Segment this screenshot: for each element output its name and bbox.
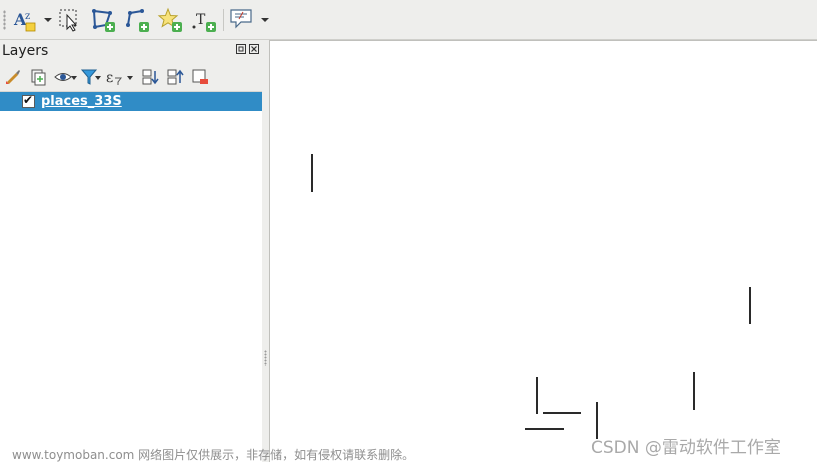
remove-layer-icon[interactable]: [190, 67, 210, 87]
splitter-handle[interactable]: [264, 350, 267, 366]
layer-name[interactable]: places_33S: [41, 94, 122, 109]
map-tips-dropdown-icon[interactable]: [261, 18, 269, 22]
select-features-icon[interactable]: [57, 7, 83, 33]
visibility-dropdown-icon[interactable]: [71, 76, 77, 80]
panel-splitter[interactable]: [262, 40, 269, 462]
svg-text:T: T: [196, 12, 206, 28]
add-line-icon[interactable]: [124, 7, 150, 33]
collapse-all-icon[interactable]: [165, 67, 185, 87]
watermark-right: CSDN @雷动软件工作室: [591, 438, 781, 458]
layer-row-places-33s[interactable]: ✔ places_33S: [0, 92, 262, 111]
close-panel-icon[interactable]: [249, 44, 259, 54]
map-feature: [311, 154, 313, 192]
main-toolbar: A z T: [0, 0, 817, 40]
map-feature: [536, 377, 538, 414]
map-feature: [693, 372, 695, 410]
toolbar-grip[interactable]: [3, 10, 6, 30]
label-tool-icon[interactable]: A z: [12, 7, 38, 33]
layer-visibility-checkbox[interactable]: ✔: [22, 93, 35, 108]
expression-dropdown-icon[interactable]: [127, 76, 133, 80]
map-tips-icon[interactable]: [229, 7, 255, 33]
add-text-annotation-icon[interactable]: T: [191, 7, 217, 33]
label-tool-dropdown-icon[interactable]: [44, 18, 52, 22]
layers-panel-toolbar: ε: [0, 62, 262, 92]
add-polygon-icon[interactable]: [90, 7, 116, 33]
filter-by-expression-icon[interactable]: ε: [104, 67, 124, 87]
map-feature: [749, 287, 751, 324]
float-panel-icon[interactable]: [236, 44, 246, 54]
layers-panel-header: Layers: [0, 40, 262, 62]
watermark-left: www.toymoban.com 网络图片仅供展示，非存储，如有侵权请联系删除。: [12, 448, 415, 462]
layers-tree: ✔ places_33S: [0, 92, 262, 462]
expand-all-icon[interactable]: [140, 67, 160, 87]
map-feature: [543, 412, 581, 414]
toolbar-separator: [223, 9, 224, 31]
map-feature: [525, 428, 564, 430]
manage-visibility-icon[interactable]: [53, 67, 73, 87]
svg-text:ε: ε: [106, 70, 113, 86]
layers-panel: Layers ε ✔ places_33S: [0, 40, 262, 462]
filter-dropdown-icon[interactable]: [95, 76, 101, 80]
map-canvas[interactable]: [269, 40, 817, 462]
add-point-icon[interactable]: [157, 7, 183, 33]
style-manager-icon[interactable]: [3, 67, 23, 87]
add-group-icon[interactable]: [28, 67, 48, 87]
svg-text:z: z: [25, 11, 30, 22]
layers-panel-title: Layers: [2, 43, 49, 59]
